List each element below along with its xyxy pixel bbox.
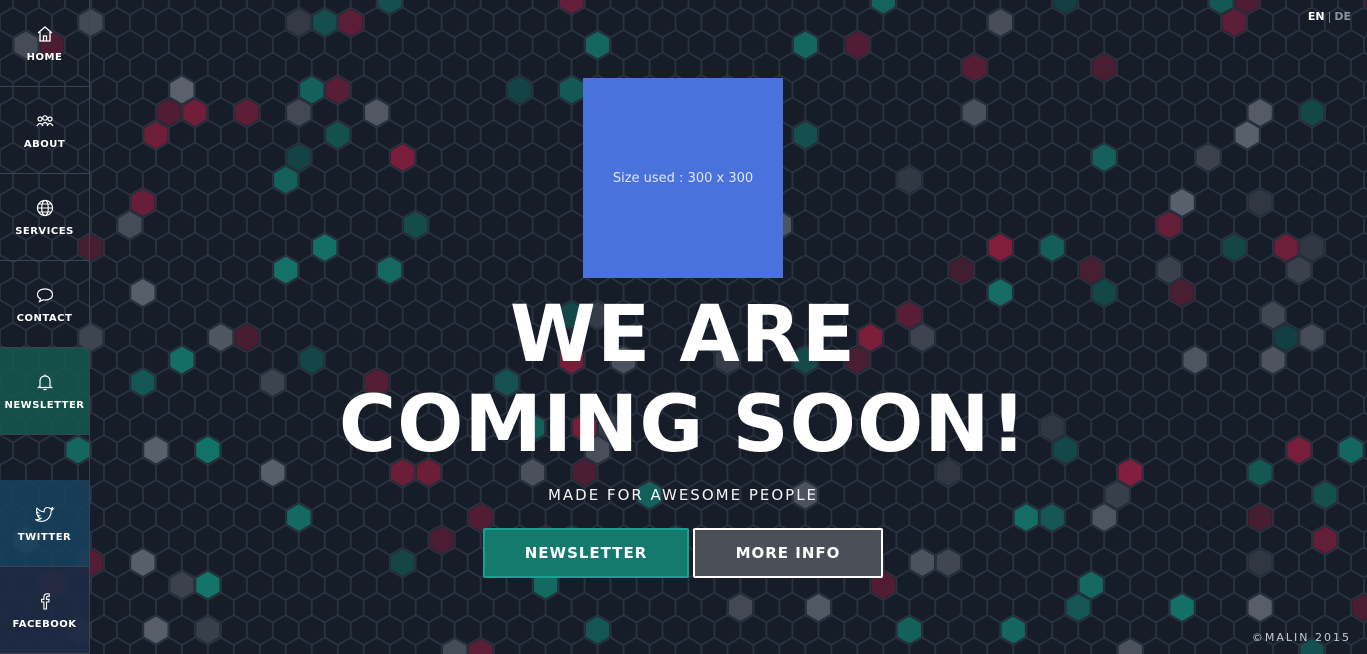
decorative-hexagon [871,0,895,14]
hero-subtitle: MADE FOR AWESOME PEOPLE [547,486,819,504]
ad-placeholder: Size used : 300 x 300 [583,78,783,278]
twitter-icon [34,506,55,522]
nav-label-about: ABOUT [23,138,66,150]
nav-label-twitter: TWITTER [17,531,72,543]
nav-item-twitter[interactable]: TWITTER [0,480,89,567]
nav-item-home[interactable]: HOME [0,0,89,87]
nav-item-services[interactable]: SERVICES [0,174,89,261]
chat-bubble-icon [36,287,53,303]
headline-line-2: COMING SOON! [338,380,1028,470]
sidebar-nav: HOME ABOUT SERVICES CONTACT NEWSLETTER T… [0,0,90,654]
decorative-hexagon [1235,0,1259,14]
home-icon [37,25,52,42]
nav-item-newsletter[interactable]: NEWSLETTER [0,348,89,435]
nav-item-contact[interactable]: CONTACT [0,261,89,348]
nav-label-contact: CONTACT [16,312,73,324]
more-info-button[interactable]: MORE INFO [693,528,883,578]
nav-label-services: SERVICES [15,225,74,237]
newsletter-button[interactable]: NEWSLETTER [483,528,689,578]
bell-icon [36,374,53,390]
decorative-hexagon [1053,0,1077,14]
facebook-icon [40,592,50,610]
lang-en-link[interactable]: EN [1308,10,1325,23]
globe-icon [36,199,53,216]
lang-de-link[interactable]: DE [1334,10,1351,23]
nav-item-facebook[interactable]: FACEBOOK [0,567,89,654]
language-switcher: EN | DE [1308,10,1351,23]
nav-label-newsletter: NEWSLETTER [4,399,85,411]
lang-separator: | [1327,10,1332,23]
ad-placeholder-text: Size used : 300 x 300 [612,170,754,186]
nav-item-about[interactable]: ABOUT [0,87,89,174]
decorative-hexagon [559,0,584,14]
team-icon [35,114,54,126]
decorative-hexagon [1209,0,1233,14]
nav-label-home: HOME [26,51,63,63]
copyright-text: ©MALIN 2015 [1251,631,1351,644]
decorative-hexagon [378,0,402,14]
headline-line-1: WE ARE [509,290,857,380]
nav-label-facebook: FACEBOOK [12,618,77,630]
